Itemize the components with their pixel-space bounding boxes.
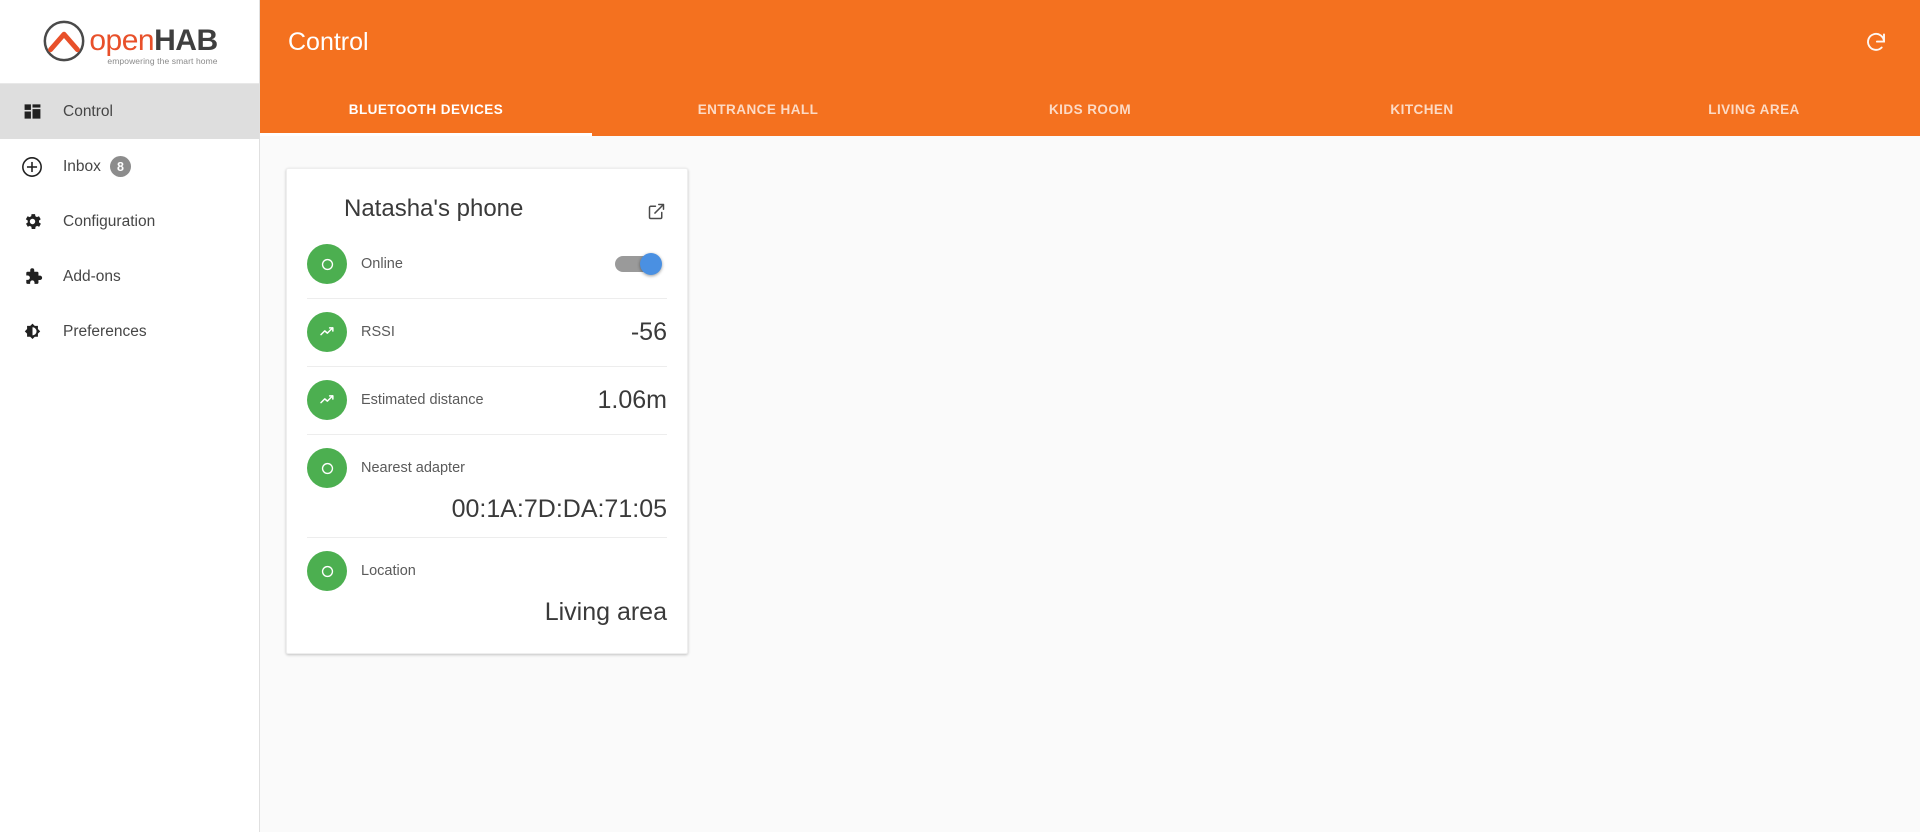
tab-label: Entrance hall — [697, 101, 819, 117]
tab-living-area[interactable]: Living area — [1588, 84, 1920, 136]
puzzle-piece-icon — [20, 265, 44, 289]
toggle-knob — [640, 253, 662, 275]
tab-bluetooth-devices[interactable]: Bluetooth devices — [260, 84, 592, 136]
row-value: Living area — [544, 598, 667, 626]
openhab-logo: openHAB empowering the smart home — [41, 18, 218, 66]
top-bar: Control — [260, 0, 1920, 84]
dashboard-grid-icon — [20, 100, 44, 124]
refresh-icon[interactable] — [1856, 22, 1896, 62]
plus-circle-icon — [20, 155, 44, 179]
external-link-icon[interactable] — [646, 195, 667, 227]
logo-wordmark: openHAB empowering the smart home — [89, 23, 218, 66]
sidebar-item-inbox[interactable]: Inbox 8 — [0, 139, 259, 194]
openhab-logo-icon — [41, 18, 87, 64]
logo-area: openHAB empowering the smart home — [0, 0, 259, 84]
row-value: 1.06m — [597, 385, 667, 414]
row-label: Online — [361, 256, 403, 272]
logo-tagline: empowering the smart home — [107, 55, 218, 66]
main-area: Control Bluetooth devices Entrance hall … — [260, 0, 1920, 832]
circle-outline-icon — [307, 244, 347, 284]
tab-label: Kids room — [1048, 101, 1132, 117]
circle-outline-icon — [307, 448, 347, 488]
tab-entrance-hall[interactable]: Entrance hall — [592, 84, 924, 136]
sidebar-item-label: Control — [63, 102, 113, 120]
sidebar-item-label: Add-ons — [63, 267, 121, 285]
row-label: Nearest adapter — [361, 460, 465, 476]
card-row-nearest-adapter: Nearest adapter 00:1A:7D:DA:71:05 — [307, 435, 667, 538]
row-value: -56 — [630, 317, 667, 346]
tab-kids-room[interactable]: Kids room — [924, 84, 1256, 136]
card-header: Natasha's phone — [307, 169, 667, 231]
card-row-estimated-distance: Estimated distance 1.06m — [307, 367, 667, 435]
trend-line-icon — [307, 380, 347, 420]
sidebar-item-configuration[interactable]: Configuration — [0, 194, 259, 249]
logo-hab-text: HAB — [154, 23, 218, 57]
brightness-icon — [20, 320, 44, 344]
tab-label: Bluetooth devices — [348, 101, 504, 117]
row-value: 00:1A:7D:DA:71:05 — [451, 495, 667, 523]
tab-label: Living area — [1708, 101, 1800, 117]
sidebar: openHAB empowering the smart home Contro… — [0, 0, 260, 832]
row-label: Location — [361, 563, 416, 579]
sidebar-item-label: Preferences — [63, 322, 147, 340]
circle-outline-icon — [307, 551, 347, 591]
tab-kitchen[interactable]: Kitchen — [1256, 84, 1588, 136]
sidebar-item-label: Inbox — [63, 157, 101, 175]
content-area: Natasha's phone Online RSSI -56 Estimate… — [260, 136, 1920, 832]
row-label: Estimated distance — [361, 392, 484, 408]
card-row-online: Online — [307, 231, 667, 299]
card-row-rssi: RSSI -56 — [307, 299, 667, 367]
page-title: Control — [288, 27, 369, 56]
online-toggle[interactable] — [615, 253, 667, 275]
card-row-location: Location Living area — [307, 538, 667, 653]
sidebar-item-preferences[interactable]: Preferences — [0, 304, 259, 359]
tab-label: Kitchen — [1390, 101, 1454, 117]
inbox-badge: 8 — [109, 156, 131, 177]
tab-bar: Bluetooth devices Entrance hall Kids roo… — [260, 84, 1920, 136]
sidebar-item-addons[interactable]: Add-ons — [0, 249, 259, 304]
sidebar-item-control[interactable]: Control — [0, 84, 259, 139]
row-label: RSSI — [361, 324, 395, 340]
card-title: Natasha's phone — [344, 195, 524, 222]
gear-icon — [20, 210, 44, 234]
sidebar-nav: Control Inbox 8 Configuration Add-ons Pr… — [0, 84, 259, 359]
trend-line-icon — [307, 312, 347, 352]
device-card: Natasha's phone Online RSSI -56 Estimate… — [286, 168, 688, 654]
sidebar-item-label: Configuration — [63, 212, 156, 230]
logo-open-text: open — [89, 23, 155, 57]
app-root: openHAB empowering the smart home Contro… — [0, 0, 1920, 832]
